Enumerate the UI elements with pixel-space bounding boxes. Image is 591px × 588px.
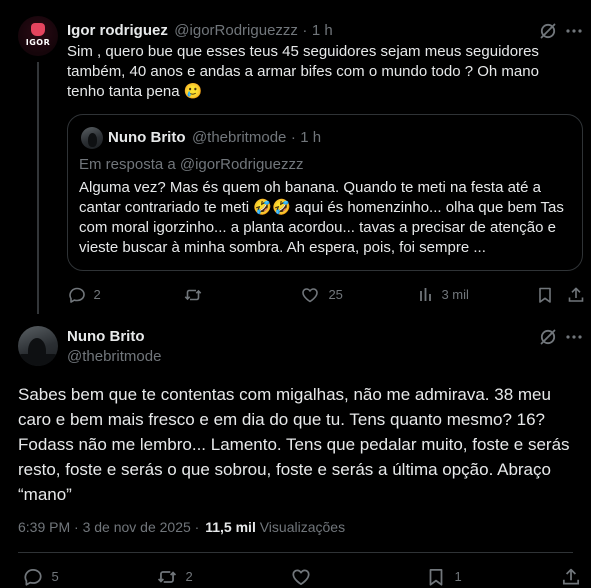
views-total: 11,5 mil <box>205 519 256 535</box>
quote-reply-context: Em resposta a @igorRodriguezzz <box>79 156 304 173</box>
reply-icon <box>22 566 44 588</box>
avatar[interactable] <box>18 326 58 366</box>
avatar[interactable]: IGOR <box>18 16 58 56</box>
avatar-logo-mark <box>31 23 45 36</box>
quote-author-name: Nuno Brito <box>108 129 186 146</box>
repost-icon <box>156 566 178 588</box>
repost-button[interactable]: 2 <box>156 566 193 588</box>
quote-time: 1 h <box>300 129 322 146</box>
views-label: Visualizações <box>259 519 346 535</box>
like-icon[interactable] <box>290 566 312 588</box>
like-count: 25 <box>328 287 343 302</box>
repost-icon <box>183 285 203 305</box>
views-count: 3 mil <box>441 287 469 302</box>
reply-text: Sim , quero bue que esses teus 45 seguid… <box>67 42 573 102</box>
more-icon[interactable] <box>564 21 584 41</box>
bookmark-icon[interactable] <box>535 285 555 305</box>
views-button[interactable]: 3 mil <box>418 285 469 305</box>
grok-icon[interactable] <box>538 21 558 41</box>
bookmark-icon <box>425 566 447 588</box>
quote-header: Nuno Brito @thebritmode · 1 h <box>108 128 321 148</box>
like-button[interactable]: 25 <box>300 285 343 305</box>
author-handle[interactable]: @thebritmode <box>67 347 161 367</box>
like-icon <box>300 285 320 305</box>
more-icon[interactable] <box>564 327 584 347</box>
post-time[interactable]: 1 h <box>312 22 333 39</box>
bookmark-button[interactable]: 1 <box>425 566 462 588</box>
author-handle[interactable]: @igorRodriguezzz <box>174 22 298 39</box>
quote-text: Alguma vez? Mas és quem oh banana. Quand… <box>79 178 573 258</box>
reply-icon <box>67 285 87 305</box>
share-icon[interactable] <box>566 285 586 305</box>
grok-icon[interactable] <box>538 327 558 347</box>
emoji-holding-tears: 🥲 <box>183 83 203 100</box>
post-text: Sabes bem que te contentas com migalhas,… <box>18 385 570 504</box>
avatar-logo-text: IGOR <box>25 38 51 47</box>
emoji-laughing: 🤣🤣 <box>253 199 291 216</box>
reply-text-content: Sim , quero bue que esses teus 45 seguid… <box>67 43 539 100</box>
views-icon <box>418 285 436 305</box>
separator: · <box>302 22 308 39</box>
thread-line <box>37 62 39 314</box>
separator: · <box>290 129 296 146</box>
reply-count: 2 <box>93 287 101 302</box>
bookmark-count: 1 <box>454 569 462 584</box>
reply-button[interactable]: 2 <box>67 285 101 305</box>
author-name[interactable]: Nuno Brito <box>67 327 144 347</box>
share-icon[interactable] <box>560 566 582 588</box>
quote-avatar <box>81 127 103 149</box>
repost-count: 2 <box>185 569 193 584</box>
author-name[interactable]: Igor rodriguez <box>67 22 168 39</box>
quote-author-handle: @thebritmode <box>191 129 287 146</box>
reply-header: Igor rodriguez @igorRodriguezzz · 1 h <box>67 21 333 41</box>
divider <box>18 552 573 553</box>
post-timestamp[interactable]: 6:39 PM · 3 de nov de 2025 · <box>18 519 199 535</box>
post-meta: 6:39 PM · 3 de nov de 2025 · 11,5 mil Vi… <box>18 517 345 537</box>
reply-button[interactable]: 5 <box>22 566 59 588</box>
reply-count: 5 <box>51 569 59 584</box>
repost-button[interactable] <box>183 285 203 305</box>
